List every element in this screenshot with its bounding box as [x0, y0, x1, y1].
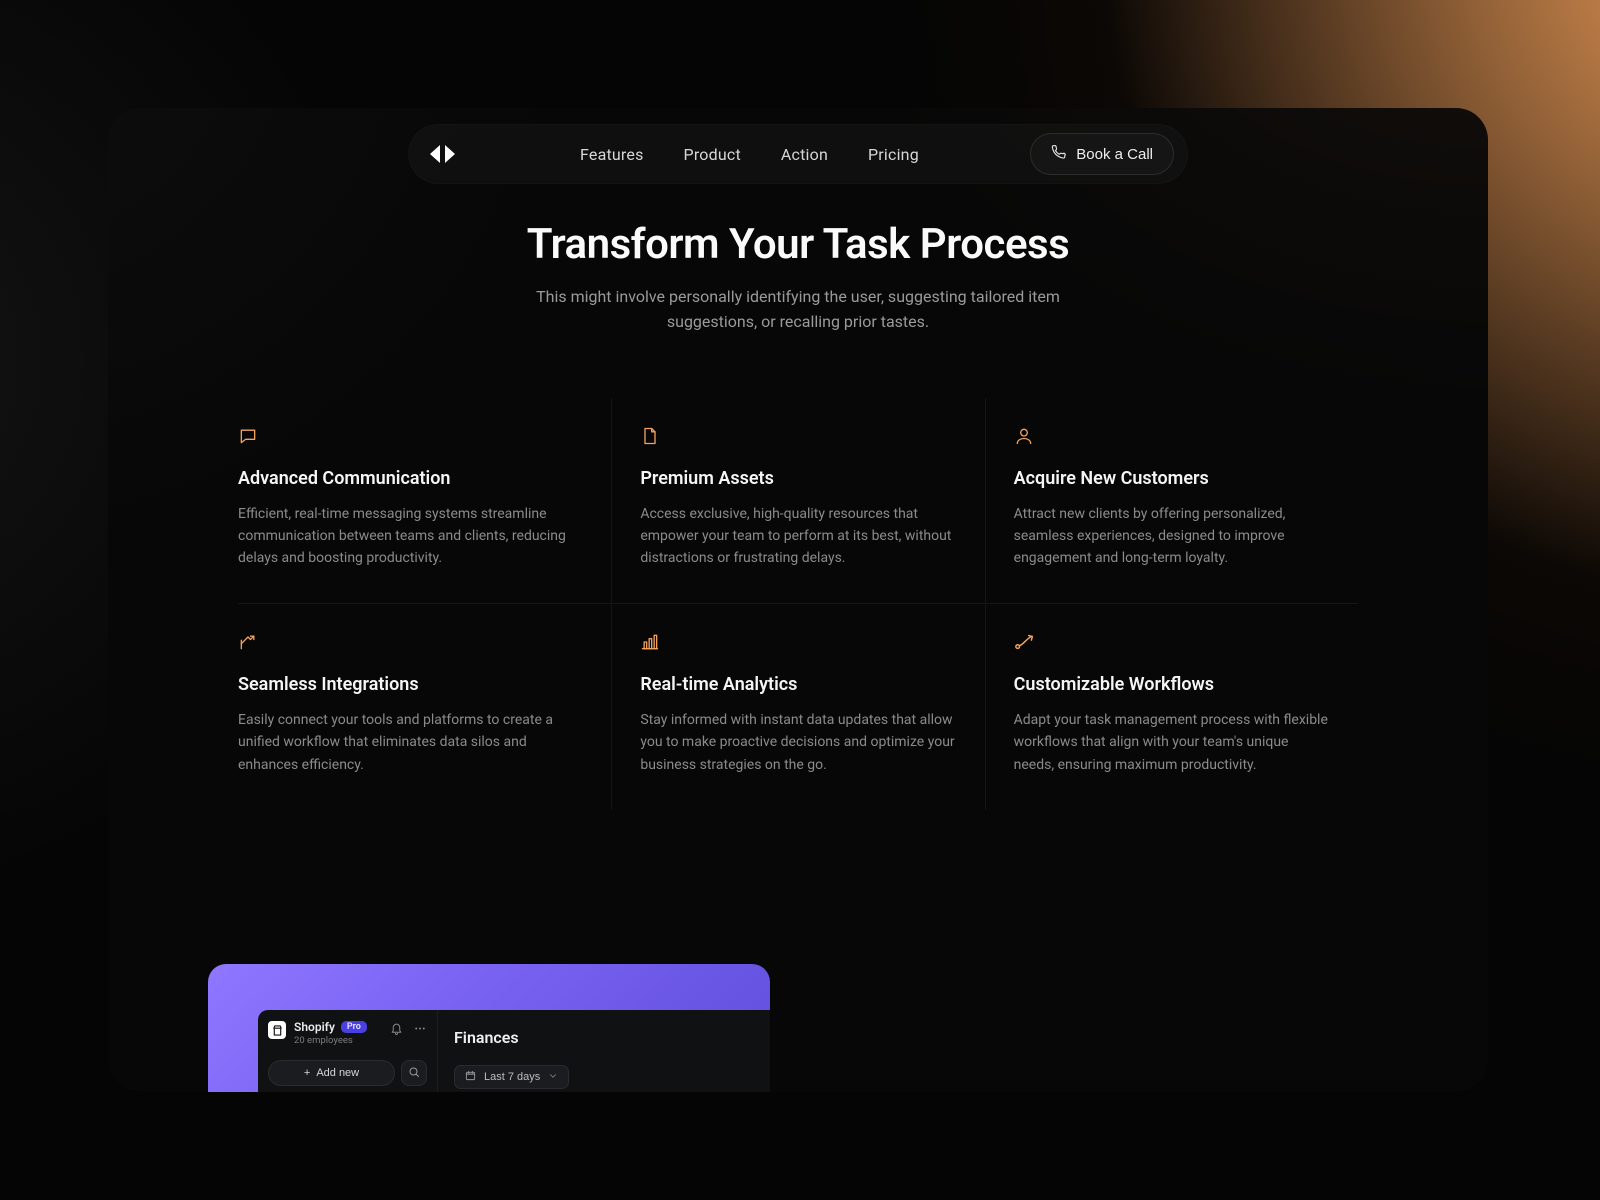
feature-desc: Easily connect your tools and platforms … [238, 709, 578, 775]
more-icon[interactable] [413, 1020, 427, 1039]
workspace-avatar-icon [268, 1021, 286, 1039]
nav-item-features[interactable]: Features [580, 145, 644, 164]
plan-badge: Pro [341, 1021, 367, 1033]
add-new-label: Add new [316, 1067, 359, 1079]
feature-premium-assets: Premium Assets Access exclusive, high-qu… [611, 398, 984, 603]
feature-desc: Efficient, real-time messaging systems s… [238, 503, 578, 569]
brand-logo-icon [426, 141, 460, 167]
nav-item-pricing[interactable]: Pricing [868, 145, 919, 164]
feature-title: Real-time Analytics [640, 674, 956, 695]
feature-title: Acquire New Customers [1014, 468, 1330, 489]
app-preview: Shopify Pro 20 employees [208, 964, 770, 1092]
share-icon [238, 632, 583, 656]
features-grid: Advanced Communication Efficient, real-t… [238, 398, 1358, 810]
bell-icon[interactable] [390, 1020, 403, 1039]
hero: Transform Your Task Process This might i… [108, 220, 1488, 335]
feature-advanced-communication: Advanced Communication Efficient, real-t… [238, 398, 611, 603]
add-new-button[interactable]: + Add new [268, 1060, 395, 1086]
feature-title: Seamless Integrations [238, 674, 583, 695]
feature-seamless-integrations: Seamless Integrations Easily connect you… [238, 603, 611, 809]
search-icon [408, 1066, 420, 1081]
nav-item-action[interactable]: Action [781, 145, 828, 164]
feature-desc: Attract new clients by offering personal… [1014, 503, 1330, 569]
phone-icon [1051, 145, 1066, 164]
chat-icon [238, 426, 583, 450]
search-button[interactable] [401, 1060, 427, 1086]
nav-item-product[interactable]: Product [684, 145, 741, 164]
hero-subtitle-line1: This might involve personally identifyin… [536, 287, 1060, 306]
workspace-subtitle: 20 employees [294, 1035, 367, 1046]
path-icon [1014, 632, 1330, 656]
feature-desc: Adapt your task management process with … [1014, 709, 1330, 775]
preview-section-title: Finances [454, 1028, 754, 1047]
book-call-label: Book a Call [1076, 146, 1153, 163]
feature-desc: Access exclusive, high-quality resources… [640, 503, 956, 569]
feature-title: Customizable Workflows [1014, 674, 1330, 695]
file-icon [640, 426, 956, 450]
feature-realtime-analytics: Real-time Analytics Stay informed with i… [611, 603, 984, 809]
hero-subtitle-line2: suggestions, or recalling prior tastes. [667, 312, 929, 331]
barchart-icon [640, 632, 956, 656]
feature-customizable-workflows: Customizable Workflows Adapt your task m… [985, 603, 1358, 809]
plus-icon: + [304, 1067, 310, 1079]
workspace-name: Shopify [294, 1020, 335, 1034]
feature-title: Premium Assets [640, 468, 956, 489]
preview-main: Finances Last 7 days [438, 1010, 770, 1092]
date-range-label: Last 7 days [484, 1071, 540, 1083]
feature-title: Advanced Communication [238, 468, 583, 489]
user-icon [1014, 426, 1330, 450]
feature-acquire-customers: Acquire New Customers Attract new client… [985, 398, 1358, 603]
book-call-button[interactable]: Book a Call [1030, 133, 1174, 175]
chevron-down-icon [548, 1071, 558, 1084]
hero-title: Transform Your Task Process [108, 220, 1488, 269]
calendar-icon [465, 1070, 476, 1084]
date-range-picker[interactable]: Last 7 days [454, 1065, 569, 1089]
main-card: Features Product Action Pricing Book a C… [108, 108, 1488, 1092]
feature-desc: Stay informed with instant data updates … [640, 709, 956, 775]
preview-sidebar: Shopify Pro 20 employees [258, 1010, 438, 1092]
top-nav: Features Product Action Pricing Book a C… [408, 124, 1188, 184]
app-preview-window: Shopify Pro 20 employees [258, 1010, 770, 1092]
